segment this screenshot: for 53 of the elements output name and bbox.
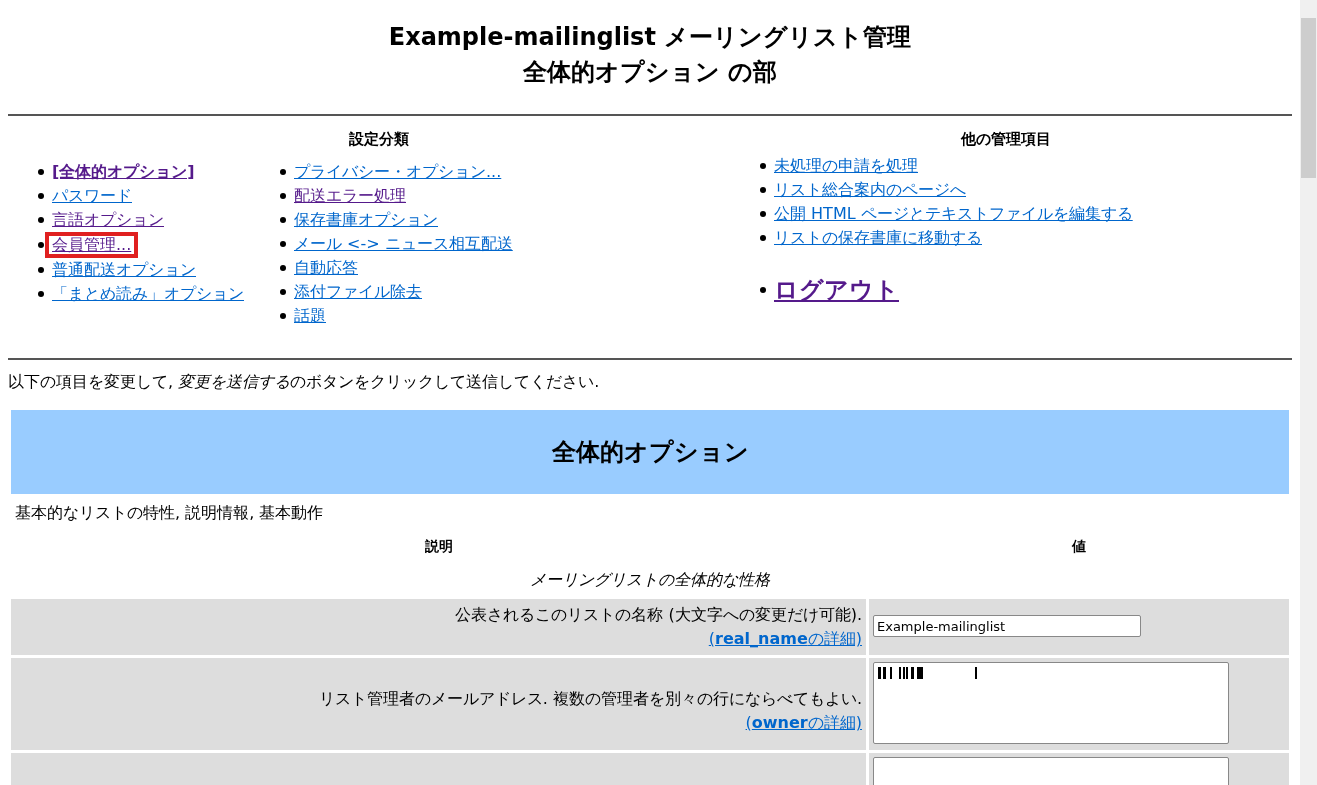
bullet-icon [280, 241, 286, 248]
bullet-icon [38, 193, 44, 200]
nav-link[interactable]: メール <-> ニュース相互配送 [294, 232, 513, 257]
nav-link[interactable]: 自動応答 [294, 256, 358, 281]
nav-link[interactable]: 普通配送オプション [52, 258, 196, 283]
bullet-icon [760, 235, 766, 242]
detail-link[interactable]: (ownerの詳細) [745, 713, 862, 733]
bullet-icon [760, 163, 766, 170]
nav-link[interactable]: リスト総合案内のページへ [774, 178, 966, 203]
column-header: 値 [1071, 537, 1087, 557]
bullet-icon [280, 169, 286, 176]
nav-link[interactable]: 言語オプション [52, 208, 164, 233]
bullet-icon [38, 217, 44, 224]
nav-link[interactable]: [全体的オプション] [52, 160, 195, 185]
bullet-icon [760, 287, 766, 294]
description-text: 公表されるこのリストの名称 (大文字への変更だけ可能). [454, 604, 862, 627]
text-area[interactable] [873, 662, 1229, 745]
page-title: 全体的オプション の部 [521, 56, 779, 88]
bullet-icon [280, 193, 286, 200]
section-heading: 他の管理項目 [959, 128, 1052, 150]
column-header: 説明 [423, 537, 454, 557]
nav-link[interactable]: 未処理の申請を処理 [774, 154, 918, 179]
section-heading: 設定分類 [348, 128, 410, 150]
group-heading: メーリングリストの全体的な性格 [529, 569, 771, 592]
bullet-icon [38, 169, 44, 176]
nav-link[interactable]: 保存書庫オプション [294, 208, 438, 233]
bullet-icon [280, 217, 286, 224]
bullet-icon [280, 313, 286, 320]
description-text: リスト管理者のメールアドレス. 複数の管理者を別々の行にならべてもよい. [317, 688, 862, 711]
nav-link[interactable]: 公開 HTML ページとテキストファイルを編集する [774, 202, 1133, 227]
nav-link[interactable]: 添付ファイル除去 [294, 280, 422, 305]
section-title: 全体的オプション [11, 410, 1289, 495]
nav-link[interactable]: 話題 [294, 304, 326, 329]
bullet-icon [38, 291, 44, 298]
page-title: Example-mailinglist メーリングリスト管理 [387, 22, 913, 53]
scrollbar[interactable] [1300, 0, 1317, 785]
text-field[interactable]: Example-mailinglist [873, 615, 1141, 638]
detail-link[interactable]: (real_nameの詳細) [708, 629, 862, 649]
bullet-icon [760, 211, 766, 218]
bullet-icon [760, 187, 766, 194]
nav-link[interactable]: 配送エラー処理 [294, 184, 406, 209]
bullet-icon [280, 265, 286, 272]
nav-link[interactable]: プライバシー・オプション... [294, 160, 502, 185]
nav-link[interactable]: 「まとめ読み」オプション [52, 282, 244, 307]
nav-link[interactable]: リストの保存書庫に移動する [774, 226, 982, 251]
bullet-icon [280, 289, 286, 296]
section-subtitle: 基本的なリストの特性, 説明情報, 基本動作 [14, 502, 325, 525]
nav-link[interactable]: 会員管理... [45, 232, 139, 259]
logout-link[interactable]: ログアウト [774, 278, 899, 303]
nav-link[interactable]: パスワード [52, 184, 132, 209]
bullet-icon [38, 267, 44, 274]
instruction-text: 以下の項目を変更して, 変更を送信するのボタンをクリックして送信してください. [8, 371, 601, 394]
bullet-icon [38, 242, 44, 249]
